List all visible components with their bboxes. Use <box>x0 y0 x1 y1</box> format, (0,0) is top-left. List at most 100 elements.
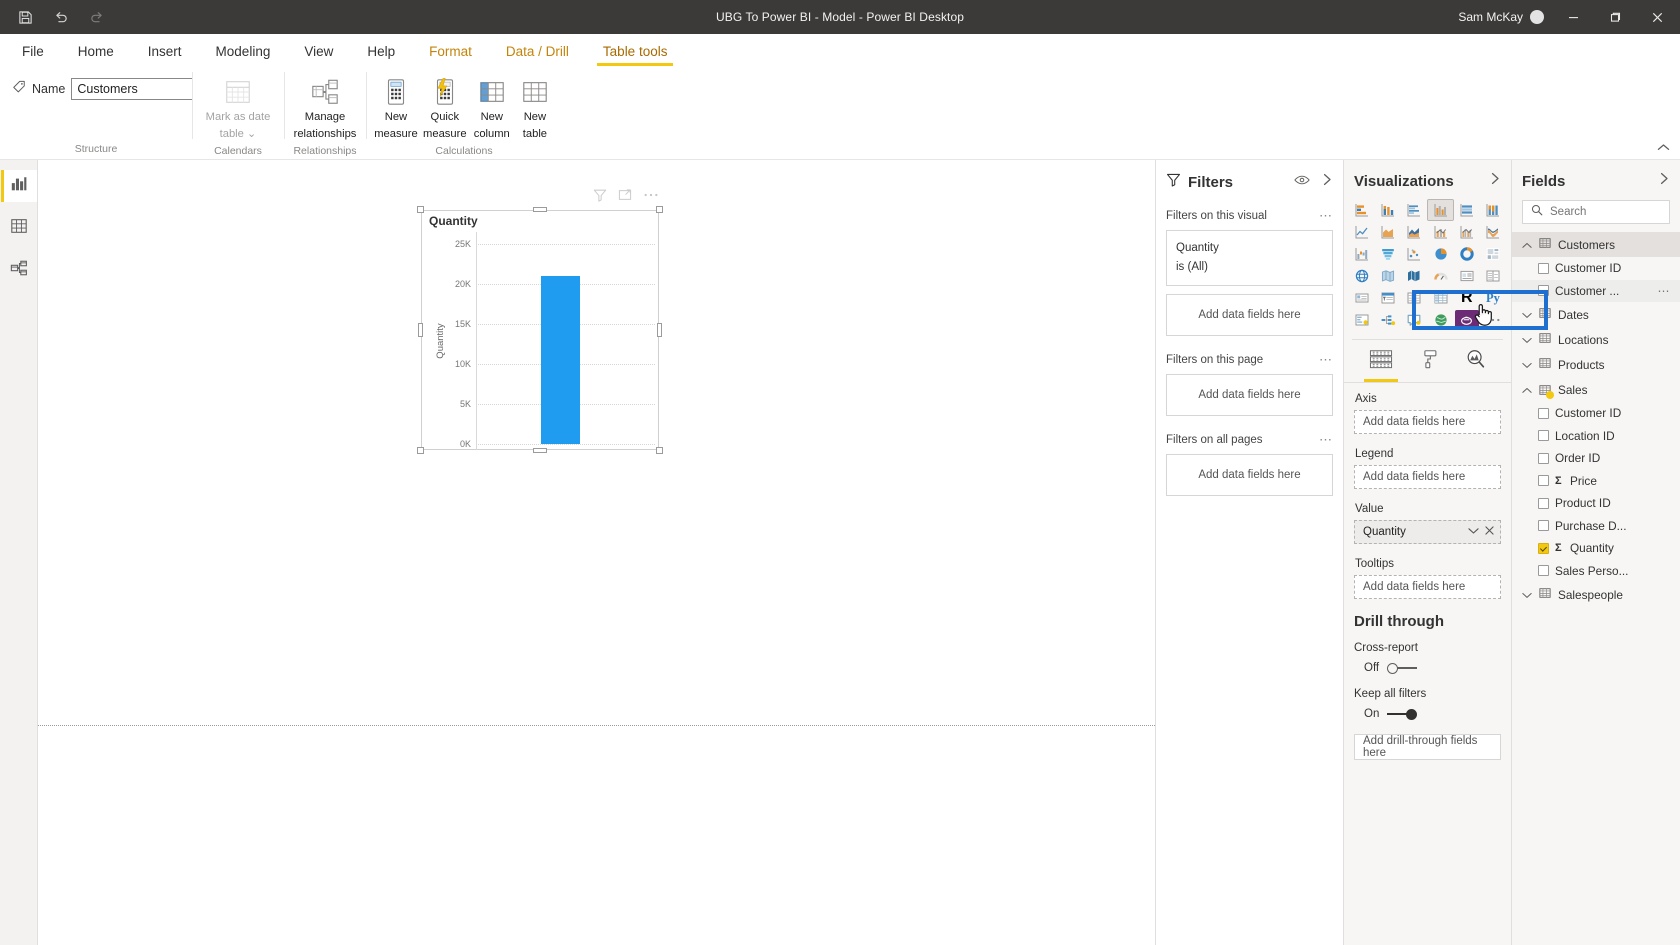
field-more-options-icon[interactable]: ⋯ <box>1658 284 1671 298</box>
viz-r-script-visual[interactable]: R <box>1455 288 1479 308</box>
field-sales-location-id[interactable]: Location ID <box>1512 425 1680 448</box>
tab-analytics[interactable] <box>1464 348 1488 382</box>
field-checkbox[interactable] <box>1538 452 1549 464</box>
viz-shape-map-chart[interactable] <box>1402 266 1426 286</box>
eye-icon[interactable] <box>1294 173 1310 191</box>
new-table-button[interactable]: New table <box>514 72 556 145</box>
field-sales-sales-person[interactable]: Sales Perso... <box>1512 560 1680 583</box>
viz-qna-visual[interactable] <box>1402 310 1426 330</box>
viz-arcgis-maps-visual[interactable] <box>1428 310 1452 330</box>
fields-table-salespeople[interactable]: Salespeople <box>1512 582 1680 607</box>
viz-line-chart[interactable] <box>1350 222 1374 242</box>
ribbon-tab-insert[interactable]: Insert <box>132 40 198 66</box>
ribbon-tab-home[interactable]: Home <box>62 40 130 66</box>
chevron-up-icon[interactable] <box>1522 383 1532 397</box>
collapse-visualizations-pane-icon[interactable] <box>1490 172 1501 190</box>
fields-table-dates[interactable]: Dates <box>1512 302 1680 327</box>
viz-area-chart[interactable] <box>1376 222 1400 242</box>
viz-matrix-visual[interactable] <box>1428 288 1452 308</box>
filters-page-dropzone[interactable]: Add data fields here <box>1166 373 1333 416</box>
well-dropzone-tooltips[interactable]: Add data fields here <box>1354 575 1501 599</box>
viz-pie-chart[interactable] <box>1428 244 1452 264</box>
well-dropzone-axis[interactable]: Add data fields here <box>1354 410 1501 434</box>
viz-kpi-visual[interactable] <box>1350 288 1374 308</box>
viz-scatter-chart[interactable] <box>1402 244 1426 264</box>
viz-funnel-chart[interactable] <box>1376 244 1400 264</box>
tab-fields[interactable] <box>1363 348 1398 382</box>
field-checkbox[interactable] <box>1538 262 1549 274</box>
viz-donut-chart[interactable] <box>1455 244 1479 264</box>
field-sales-product-id[interactable]: Product ID <box>1512 492 1680 515</box>
resize-handle-top-right[interactable] <box>656 206 663 213</box>
well-chip-value-quantity[interactable]: Quantity <box>1354 520 1501 544</box>
ribbon-tab-format[interactable]: Format <box>413 40 488 66</box>
well-dropzone-legend[interactable]: Add data fields here <box>1354 465 1501 489</box>
resize-handle-left[interactable] <box>418 323 423 337</box>
bar-quantity[interactable] <box>541 276 580 444</box>
resize-handle-bottom-right[interactable] <box>656 447 663 454</box>
chevron-up-icon[interactable] <box>1522 238 1532 252</box>
field-sales-customer-id[interactable]: Customer ID <box>1512 402 1680 425</box>
chevron-down-icon[interactable] <box>1522 308 1532 322</box>
collapse-filters-pane-icon[interactable] <box>1322 173 1333 191</box>
resize-handle-bottom[interactable] <box>533 448 547 453</box>
viz-clustered-column-chart[interactable] <box>1427 199 1454 221</box>
visual-container-quantity[interactable]: Quantity Quantity 25K 20K 15K 10K 5K 0K <box>417 189 663 454</box>
fields-table-customers[interactable]: Customers <box>1512 232 1680 257</box>
field-checkbox[interactable] <box>1538 565 1549 577</box>
fields-search-box[interactable] <box>1522 200 1670 224</box>
filter-card-quantity[interactable]: Quantity is (All) <box>1166 230 1333 286</box>
field-sales-quantity[interactable]: Σ Quantity <box>1512 537 1680 560</box>
viz-filled-map-chart[interactable] <box>1376 266 1400 286</box>
cross-report-toggle-row[interactable]: Off <box>1364 662 1501 674</box>
viz-stacked-bar-chart[interactable] <box>1350 200 1374 220</box>
save-icon[interactable] <box>10 4 40 30</box>
field-sales-purchase-date[interactable]: Purchase D... <box>1512 515 1680 538</box>
viz-key-influencers-visual[interactable] <box>1350 310 1374 330</box>
maximize-restore-button[interactable] <box>1594 0 1636 34</box>
sidebar-item-data-view[interactable] <box>1 212 37 244</box>
field-sales-price[interactable]: Σ Price <box>1512 470 1680 493</box>
sidebar-item-report-view[interactable] <box>0 170 37 202</box>
filters-section-all-pages-menu[interactable]: ⋯ <box>1319 432 1333 448</box>
minimize-button[interactable] <box>1552 0 1594 34</box>
chevron-down-icon[interactable] <box>1468 526 1479 538</box>
resize-handle-top-left[interactable] <box>417 206 424 213</box>
mark-as-date-table-button[interactable]: Mark as date table ⌄ <box>200 72 276 145</box>
filters-visual-dropzone[interactable]: Add data fields here <box>1166 293 1333 336</box>
field-customers-customer-id[interactable]: Customer ID <box>1512 257 1680 280</box>
viz-card-visual[interactable] <box>1455 266 1479 286</box>
undo-icon[interactable] <box>46 4 76 30</box>
field-checkbox[interactable] <box>1538 430 1549 442</box>
field-customers-customer-name[interactable]: Customer ... ⋯ <box>1512 279 1680 302</box>
collapse-ribbon-button[interactable] <box>1657 143 1670 155</box>
report-canvas[interactable]: Quantity Quantity 25K 20K 15K 10K 5K 0K <box>38 160 1156 945</box>
search-input[interactable] <box>1550 206 1661 218</box>
chevron-down-icon[interactable] <box>1522 333 1532 347</box>
viz-treemap-chart[interactable] <box>1481 244 1505 264</box>
viz-clustered-bar-chart[interactable] <box>1402 200 1426 220</box>
viz-decomposition-tree-visual[interactable] <box>1376 310 1400 330</box>
viz-waterfall-chart[interactable] <box>1350 244 1374 264</box>
keep-all-filters-toggle-row[interactable]: On <box>1364 708 1501 720</box>
filters-section-page-menu[interactable]: ⋯ <box>1319 352 1333 368</box>
keep-all-filters-toggle[interactable] <box>1387 708 1418 720</box>
tab-format[interactable] <box>1418 348 1440 382</box>
remove-field-icon[interactable] <box>1485 526 1494 538</box>
collapse-fields-pane-icon[interactable] <box>1659 172 1670 190</box>
viz-100-stacked-bar-chart[interactable] <box>1455 200 1479 220</box>
cross-report-toggle[interactable] <box>1387 662 1418 674</box>
field-checkbox[interactable] <box>1538 285 1549 297</box>
chevron-down-icon[interactable] <box>1522 588 1532 602</box>
sidebar-item-model-view[interactable] <box>1 254 37 286</box>
viz-slicer-visual[interactable] <box>1376 288 1400 308</box>
ribbon-tab-data-drill[interactable]: Data / Drill <box>490 40 585 66</box>
filters-section-visual-menu[interactable]: ⋯ <box>1319 208 1333 224</box>
ribbon-tab-help[interactable]: Help <box>351 40 411 66</box>
close-button[interactable] <box>1636 0 1678 34</box>
viz-table-visual[interactable] <box>1402 288 1426 308</box>
viz-line-stacked-column-chart[interactable] <box>1428 222 1452 242</box>
ribbon-tab-view[interactable]: View <box>288 40 349 66</box>
resize-handle-top[interactable] <box>533 207 547 212</box>
chevron-down-icon[interactable] <box>1522 358 1532 372</box>
